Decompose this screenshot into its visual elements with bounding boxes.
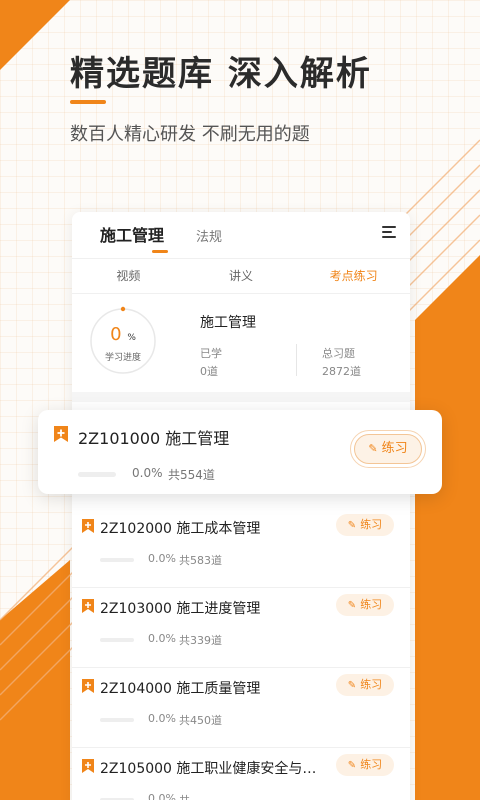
- highlighted-practice-button-halo: ✎ 练习: [350, 430, 426, 468]
- total-label: 总习题: [322, 347, 355, 360]
- top-tab-bar: 施工管理 法规: [72, 212, 410, 258]
- sub-tab-practice[interactable]: 考点练习: [297, 259, 410, 293]
- highlighted-practice-button[interactable]: ✎ 练习: [354, 434, 422, 464]
- highlighted-chapter-title: 2Z101000 施工管理: [78, 429, 230, 448]
- highlighted-chapter-progress-bar: [78, 472, 116, 477]
- chapter-percent: 0.0%: [148, 792, 176, 800]
- chapter-progress-bar: [100, 638, 134, 642]
- practice-button[interactable]: ✎ 练习: [336, 594, 394, 616]
- practice-button[interactable]: ✎ 练习: [336, 674, 394, 696]
- progress-summary: 0 % 学习进度: [72, 294, 410, 394]
- chapter-title: 2Z103000 施工进度管理: [100, 601, 261, 617]
- highlighted-chapter-total: 共554道: [168, 468, 215, 482]
- chapter-total: 共450道: [179, 714, 222, 727]
- pen-icon: ✎: [368, 442, 378, 455]
- chapter-list: 2Z102000 施工成本管理 0.0% 共583道 ✎ 练习 2Z103000 …: [72, 508, 410, 800]
- chapter-progress-bar: [100, 718, 134, 722]
- chapter-total: 共…: [179, 792, 201, 800]
- practice-button[interactable]: ✎ 练习: [336, 754, 394, 776]
- learned-value: 0道: [200, 365, 218, 378]
- bookmark-plus-icon: [82, 759, 94, 773]
- chapter-row[interactable]: 2Z103000 施工进度管理 0.0% 共339道 ✎ 练习: [72, 588, 410, 668]
- chapter-total: 共583道: [179, 554, 222, 567]
- chapter-row[interactable]: 2Z104000 施工质量管理 0.0% 共450道 ✎ 练习: [72, 668, 410, 748]
- bookmark-plus-icon: [82, 679, 94, 693]
- chapter-title: 2Z102000 施工成本管理: [100, 521, 261, 537]
- promo-subtitle: 数百人精心研发 不刷无用的题: [70, 124, 310, 145]
- practice-button[interactable]: ✎ 练习: [336, 514, 394, 536]
- progress-label: 学习进度: [104, 353, 141, 363]
- chapter-percent: 0.0%: [148, 632, 176, 645]
- pen-icon: ✎: [347, 600, 357, 611]
- learned-label: 已学: [200, 347, 222, 360]
- chapter-progress-bar: [100, 558, 134, 562]
- sub-tab-handout[interactable]: 讲义: [185, 259, 298, 293]
- chapter-row[interactable]: 2Z105000 施工职业健康安全与… 0.0% 共… ✎练习: [72, 748, 410, 800]
- active-tab-indicator: [152, 250, 168, 253]
- chapter-total: 共339道: [179, 634, 222, 647]
- sub-tab-video[interactable]: 视频: [72, 259, 185, 293]
- pen-icon: ✎: [347, 520, 357, 531]
- menu-icon[interactable]: [382, 226, 396, 238]
- chapter-percent: 0.0%: [148, 712, 176, 725]
- tab-regulations[interactable]: 法规: [196, 226, 222, 245]
- stat-divider: [296, 344, 297, 376]
- total-value: 2872道: [322, 365, 361, 378]
- pen-icon: ✎: [347, 680, 357, 691]
- chapter-row[interactable]: 2Z102000 施工成本管理 0.0% 共583道 ✎ 练习: [72, 508, 410, 588]
- bookmark-plus-icon: [54, 426, 68, 442]
- progress-value: 0 %: [110, 324, 136, 345]
- chapter-title: 2Z105000 施工职业健康安全与…: [100, 761, 317, 777]
- chapter-title: 2Z104000 施工质量管理: [100, 681, 261, 697]
- headline-underline: [70, 100, 106, 104]
- chapter-percent: 0.0%: [148, 552, 176, 565]
- tab-construction-management[interactable]: 施工管理: [100, 222, 164, 246]
- sub-tab-bar: 视频 讲义 考点练习: [72, 258, 410, 294]
- subject-name: 施工管理: [200, 315, 256, 331]
- section-gap: [72, 392, 410, 402]
- highlighted-chapter-card[interactable]: 2Z101000 施工管理 0.0% 共554道 ✎ 练习: [38, 410, 442, 494]
- bookmark-plus-icon: [82, 519, 94, 533]
- promo-headline: 精选题库 深入解析: [70, 54, 372, 94]
- pen-icon: ✎: [347, 760, 357, 771]
- highlighted-chapter-percent: 0.0%: [132, 466, 163, 480]
- bookmark-plus-icon: [82, 599, 94, 613]
